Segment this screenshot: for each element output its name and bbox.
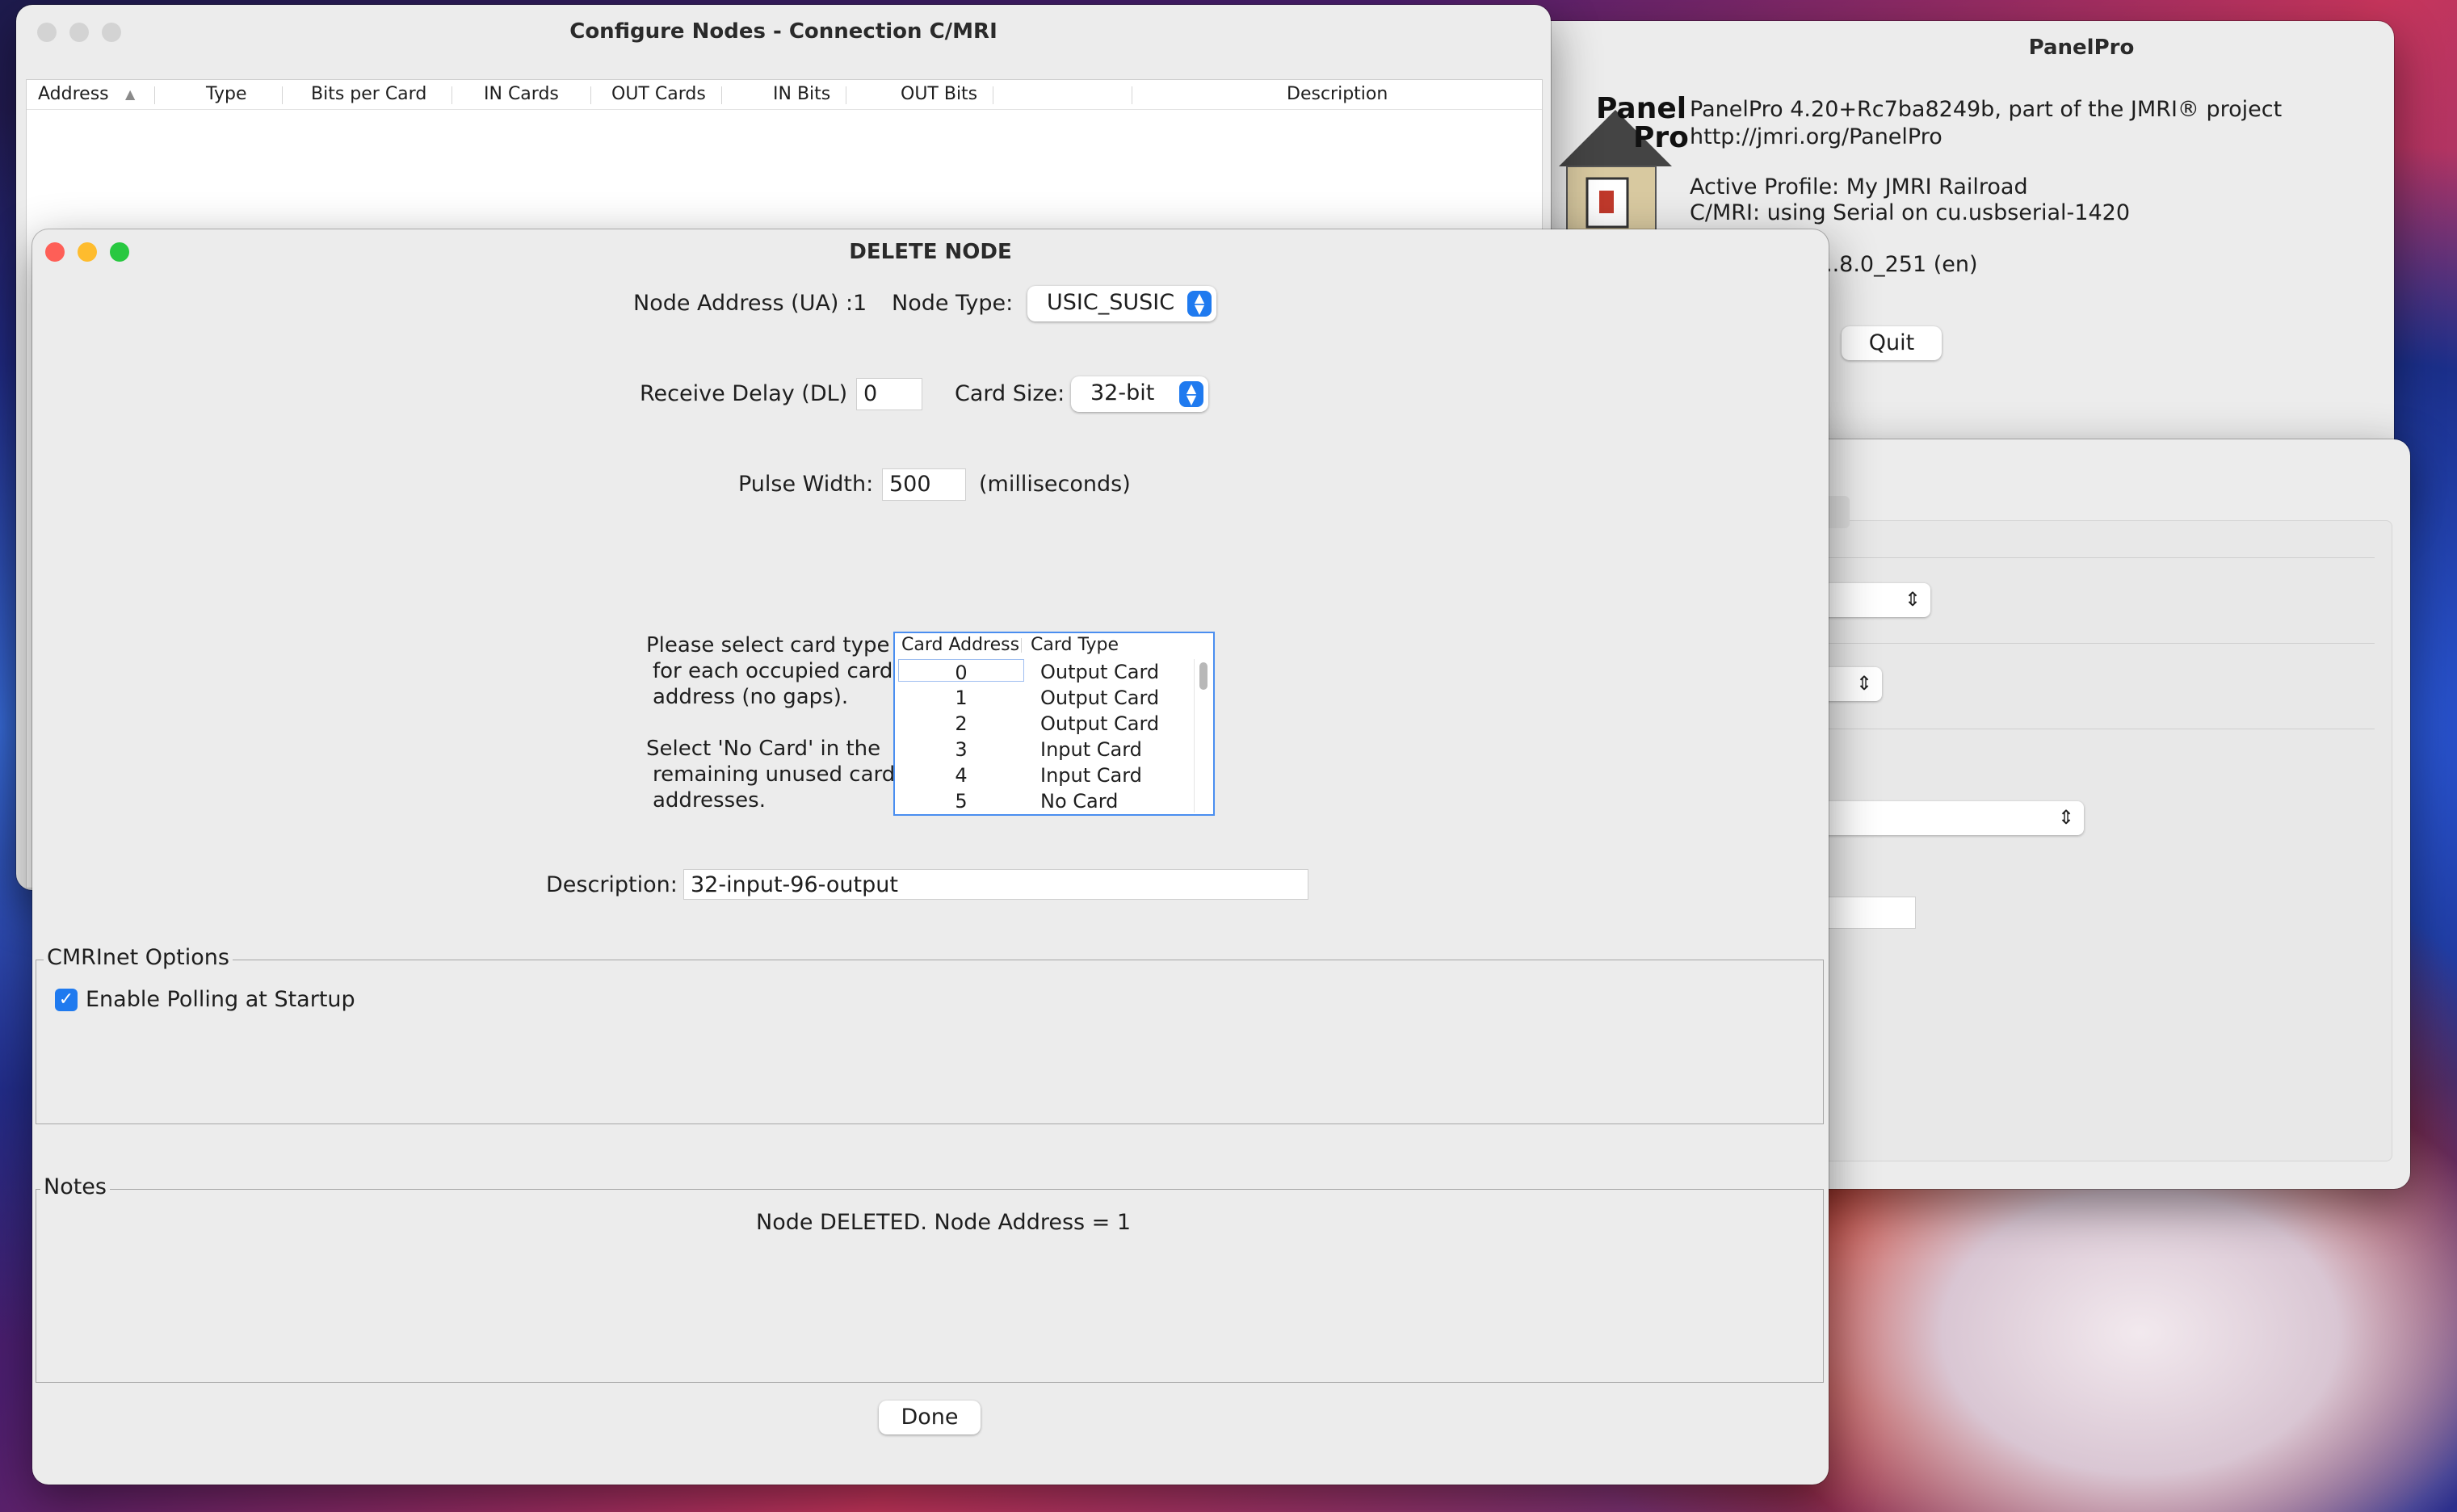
- card-size-select[interactable]: 32-bit ▲ ▼: [1071, 376, 1208, 412]
- polling-label[interactable]: Enable Polling at Startup: [86, 987, 355, 1012]
- card-type-table: Card Address Card Type 0 Output Card 1 O…: [893, 632, 1215, 816]
- card-type-cell[interactable]: Output Card: [1040, 711, 1159, 737]
- col-card-type[interactable]: Card Type: [1031, 633, 1119, 657]
- table-row[interactable]: 1 Output Card: [895, 685, 1192, 711]
- node-address-label: Node Address (UA) :: [633, 291, 854, 316]
- chevron-updown-icon: ⇕: [2057, 806, 2074, 829]
- description-input[interactable]: 32-input-96-output: [683, 869, 1308, 900]
- checkmark-icon: ✓: [58, 989, 74, 1010]
- instruction-line: for each occupied card: [653, 659, 893, 683]
- jmri-url[interactable]: http://jmri.org/PanelPro: [1690, 124, 1942, 149]
- col-out-bits[interactable]: OUT Bits: [901, 80, 977, 109]
- card-type-cell[interactable]: No Card: [1040, 788, 1118, 814]
- configure-nodes-title: Configure Nodes - Connection C/MRI: [569, 19, 998, 44]
- sort-ascending-icon: ▲: [125, 86, 136, 102]
- column-separator: [1021, 638, 1022, 653]
- description-label: Description:: [546, 872, 678, 897]
- table-row[interactable]: 3 Input Card: [895, 737, 1192, 762]
- notes-title: Notes: [40, 1174, 110, 1199]
- pulse-width-unit: (milliseconds): [979, 472, 1131, 497]
- active-profile: Active Profile: My JMRI Railroad: [1690, 174, 2028, 200]
- instruction-line: Select 'No Card' in the: [646, 737, 881, 761]
- card-size-label: Card Size:: [955, 381, 1065, 406]
- table-scrollbar[interactable]: [1194, 659, 1212, 813]
- receive-delay-label: Receive Delay (DL) :: [640, 381, 862, 406]
- card-size-value: 32-bit: [1090, 380, 1155, 405]
- card-type-cell[interactable]: Input Card: [1040, 762, 1142, 788]
- nodes-table-header: Address ▲ Type Bits per Card IN Cards OU…: [27, 80, 1542, 110]
- minimize-button[interactable]: [78, 242, 97, 262]
- version-text: PanelPro 4.20+Rc7ba8249b, part of the JM…: [1690, 97, 2283, 122]
- delete-node-title: DELETE NODE: [849, 240, 1012, 264]
- pulse-width-label: Pulse Width:: [738, 472, 874, 497]
- card-type-cell[interactable]: Input Card: [1040, 737, 1142, 762]
- table-row[interactable]: 4 Input Card: [895, 762, 1192, 788]
- close-button[interactable]: [37, 23, 57, 42]
- zoom-button[interactable]: [102, 23, 121, 42]
- card-table-header: Card Address Card Type: [895, 633, 1213, 657]
- scrollbar-thumb[interactable]: [1199, 662, 1208, 690]
- card-address-cell[interactable]: 4: [898, 762, 1024, 788]
- polling-checkbox[interactable]: ✓: [55, 989, 78, 1011]
- window-controls: [45, 242, 142, 265]
- table-row[interactable]: 2 Output Card: [895, 711, 1192, 737]
- col-in-bits[interactable]: IN Bits: [773, 80, 830, 109]
- pulse-width-input[interactable]: 500: [882, 468, 966, 501]
- panelpro-title: PanelPro: [2028, 36, 2135, 60]
- quit-button[interactable]: Quit: [1842, 326, 1942, 360]
- column-separator: [282, 86, 283, 104]
- receive-delay-input[interactable]: 0: [856, 378, 922, 410]
- col-address[interactable]: Address: [38, 80, 109, 109]
- col-description[interactable]: Description: [1287, 80, 1388, 109]
- delete-node-dialog: DELETE NODE Node Address (UA) : 1 Node T…: [32, 229, 1829, 1485]
- col-type[interactable]: Type: [206, 80, 247, 109]
- node-address-value: 1: [853, 291, 867, 316]
- card-address-cell[interactable]: 3: [898, 737, 1024, 762]
- connection-status: C/MRI: using Serial on cu.usbserial-1420: [1690, 200, 2130, 225]
- node-type-label: Node Type:: [892, 291, 1014, 316]
- instruction-line: addresses.: [653, 788, 766, 813]
- bg-divider: [1753, 557, 2375, 558]
- table-row[interactable]: 5 No Card: [895, 788, 1192, 814]
- col-out-cards[interactable]: OUT Cards: [611, 80, 706, 109]
- minimize-button[interactable]: [69, 23, 89, 42]
- instruction-line: remaining unused card: [653, 762, 896, 787]
- background-window: ⇕ ⇕ ⇕: [1745, 439, 2410, 1189]
- chevron-updown-icon: ▲ ▼: [1179, 381, 1203, 407]
- done-button[interactable]: Done: [879, 1401, 981, 1434]
- instruction-line: address (no gaps).: [653, 685, 849, 709]
- java-version: ..8.0_251 (en): [1825, 252, 1978, 277]
- col-bits-per-card[interactable]: Bits per Card: [311, 80, 426, 109]
- table-row[interactable]: 0 Output Card: [895, 659, 1192, 685]
- column-separator: [721, 86, 722, 104]
- cmrinet-options-title: CMRInet Options: [44, 945, 233, 970]
- column-separator: [590, 86, 591, 104]
- logo-text-panel: Panel: [1596, 92, 1687, 125]
- card-type-cell[interactable]: Output Card: [1040, 685, 1159, 711]
- zoom-button[interactable]: [110, 242, 129, 262]
- chevron-updown-icon: ▲ ▼: [1187, 291, 1212, 317]
- card-address-cell[interactable]: 2: [898, 711, 1024, 737]
- bg-divider: [1753, 643, 2375, 644]
- card-type-cell[interactable]: Output Card: [1040, 659, 1159, 685]
- instruction-line: Please select card type: [646, 633, 890, 657]
- card-address-cell[interactable]: 5: [898, 788, 1024, 814]
- column-separator: [154, 86, 155, 104]
- logo-text-pro: Pro: [1633, 121, 1689, 154]
- notes-message: Node DELETED. Node Address = 1: [756, 1210, 1132, 1235]
- panelpro-logo: Panel Pro: [1551, 78, 1696, 256]
- col-in-cards[interactable]: IN Cards: [484, 80, 559, 109]
- chevron-updown-icon: ⇕: [1904, 588, 1921, 611]
- node-type-select[interactable]: USIC_SUSIC ▲ ▼: [1027, 286, 1216, 321]
- col-card-address[interactable]: Card Address: [901, 633, 1019, 657]
- window-controls: [37, 23, 134, 45]
- card-address-cell[interactable]: 1: [898, 685, 1024, 711]
- node-type-value: USIC_SUSIC: [1047, 290, 1175, 315]
- close-button[interactable]: [45, 242, 65, 262]
- cmrinet-options-group: [36, 960, 1824, 1124]
- card-address-cell[interactable]: 0: [898, 659, 1024, 684]
- chevron-updown-icon: ⇕: [1855, 672, 1872, 695]
